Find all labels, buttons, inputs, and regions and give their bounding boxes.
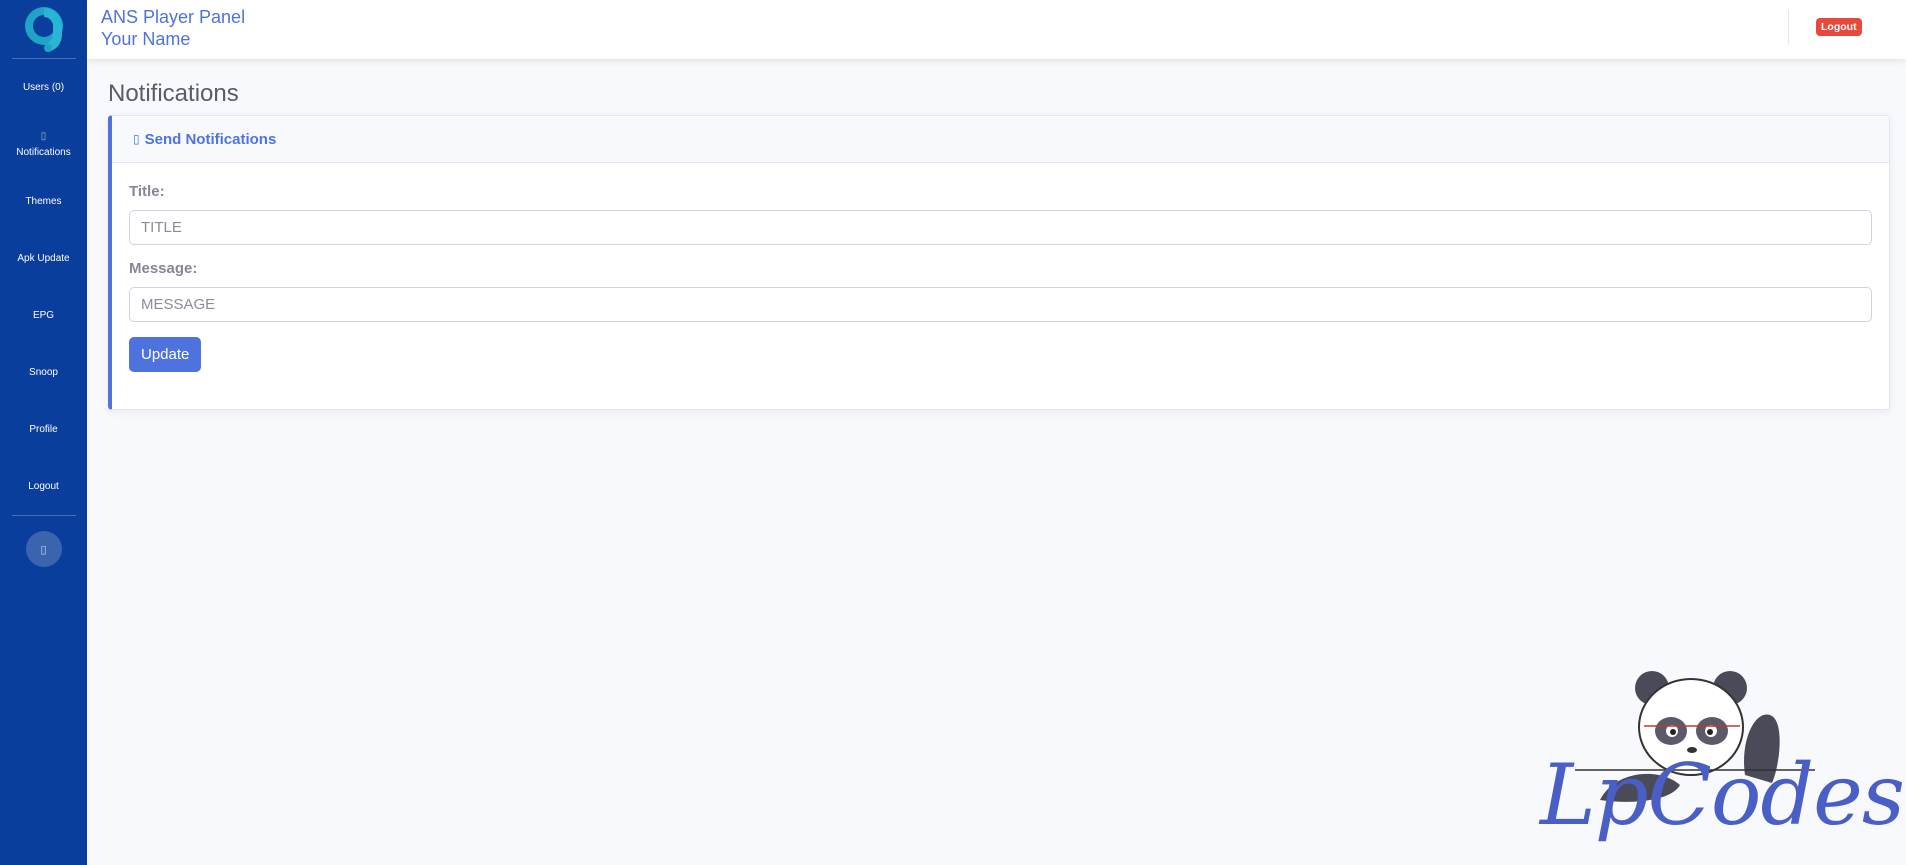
sidebar-item-label: Profile: [29, 424, 58, 435]
logout-button[interactable]: Logout: [1816, 18, 1862, 36]
sidebar-item-notifications[interactable]: ▯ Notifications: [0, 116, 87, 173]
sidebar-toggle-button[interactable]: ▯: [25, 531, 62, 567]
bell-icon: ▯: [40, 130, 47, 142]
watermark: LpCodes: [1540, 655, 1905, 855]
page-title: Notifications: [108, 80, 239, 107]
logo-icon: [24, 7, 63, 52]
sidebar-item-label: Themes: [25, 196, 62, 207]
topbar: ANS Player Panel Your Name Logout: [87, 0, 1906, 59]
sidebar-item-label: Logout: [28, 481, 59, 492]
watermark-text: LpCodes: [1540, 746, 1905, 844]
chevron-left-icon: ▯: [40, 543, 47, 556]
sidebar-item-profile[interactable]: Profile: [0, 401, 87, 458]
message-input[interactable]: [129, 287, 1872, 322]
sidebar-item-epg[interactable]: EPG: [0, 287, 87, 344]
sidebar-item-logout[interactable]: Logout: [0, 458, 87, 515]
bell-icon: ▯: [133, 132, 140, 146]
user-name: Your Name: [101, 29, 191, 49]
sidebar-item-label: Users (0): [22, 82, 65, 93]
app-title: ANS Player Panel: [101, 7, 246, 27]
update-button[interactable]: Update: [129, 337, 202, 372]
sidebar: Users (0) ▯ Notifications Themes Apk Upd…: [0, 0, 87, 865]
topbar-divider: [1788, 10, 1789, 44]
sidebar-item-label: Snoop: [29, 367, 58, 378]
card-header: ▯ Send Notifications: [112, 116, 1889, 163]
sidebar-item-label: EPG: [32, 310, 55, 321]
topbar-title-block: ANS Player Panel Your Name: [101, 6, 245, 50]
title-label: Title:: [129, 183, 165, 200]
brand-logo[interactable]: [0, 0, 87, 58]
sidebar-divider: [11, 515, 76, 516]
sidebar-item-label: Apk Update: [17, 253, 70, 264]
sidebar-item-label: Notifications: [16, 146, 71, 158]
sidebar-item-themes[interactable]: Themes: [0, 173, 87, 230]
sidebar-item-apk-update[interactable]: Apk Update: [0, 230, 87, 287]
sidebar-item-users[interactable]: Users (0): [0, 59, 87, 116]
sidebar-item-snoop[interactable]: Snoop: [0, 344, 87, 401]
message-label: Message:: [129, 260, 198, 277]
title-input[interactable]: [129, 210, 1872, 245]
send-notifications-card: ▯ Send Notifications Title: Message: Upd…: [108, 115, 1890, 410]
card-title: Send Notifications: [144, 130, 277, 148]
card-body: Title: Message: Update: [112, 163, 1889, 372]
